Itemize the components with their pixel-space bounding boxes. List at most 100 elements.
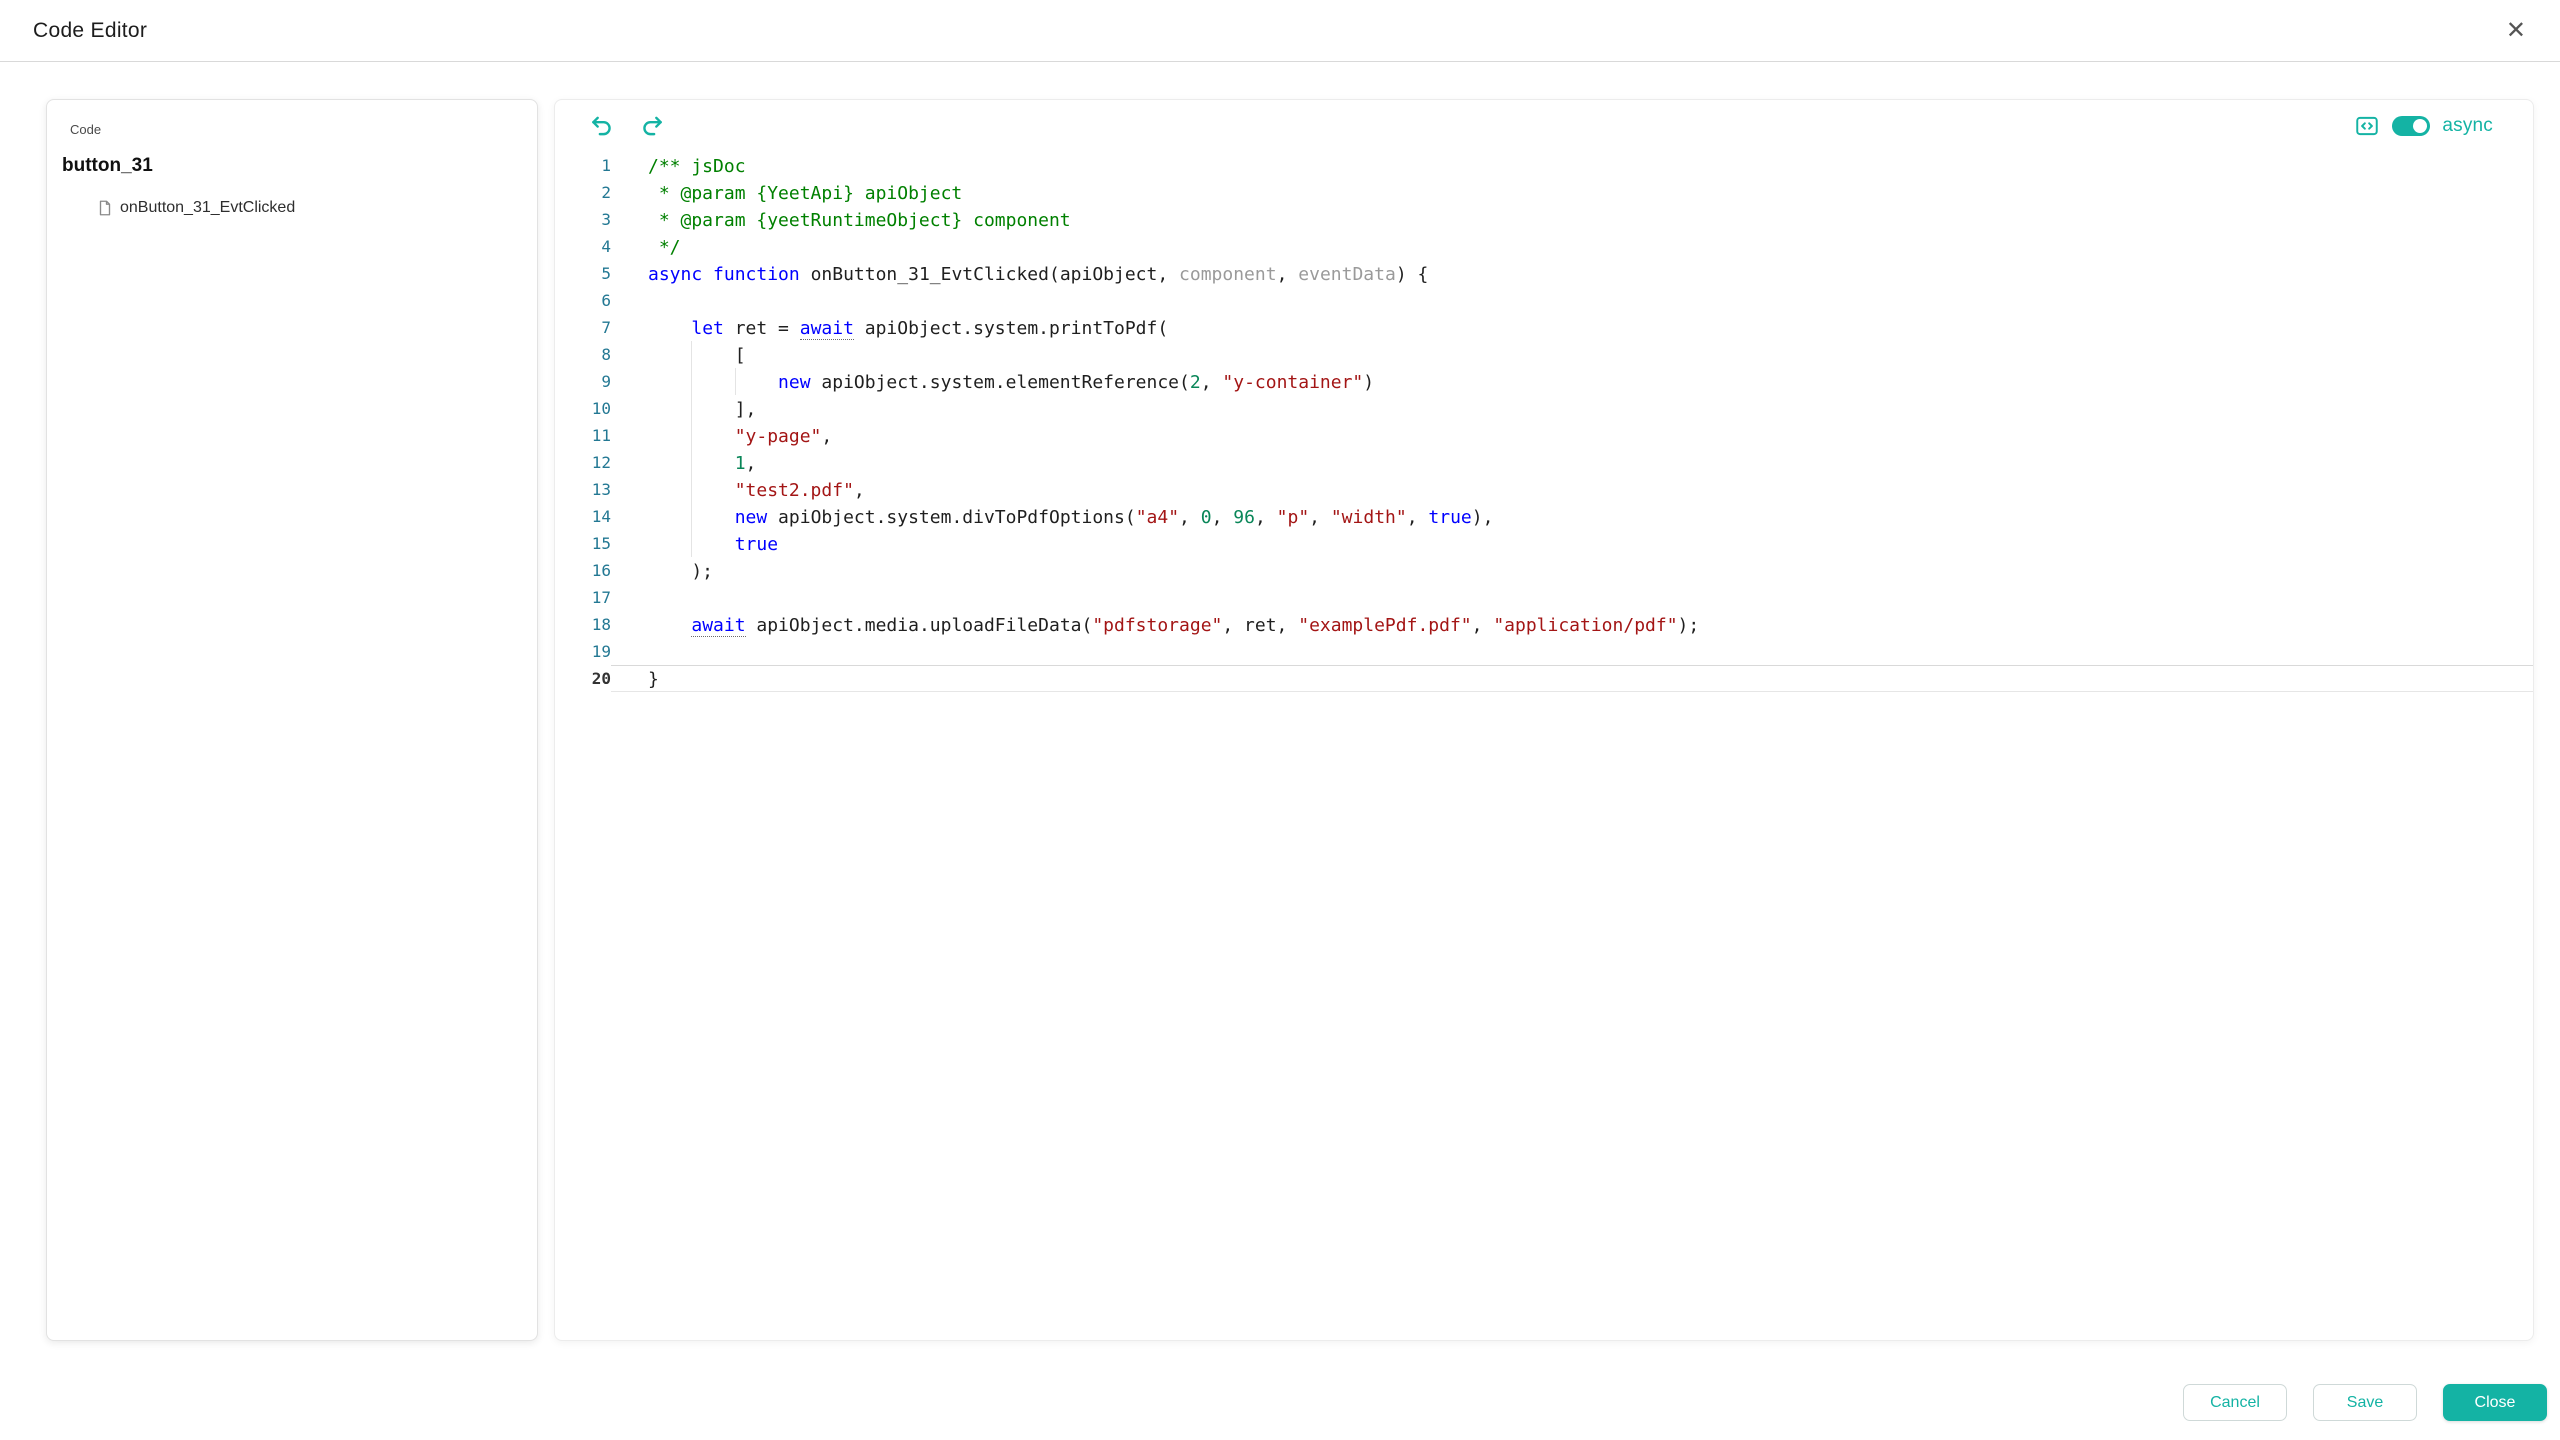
code-line[interactable]: 1/** jsDoc	[555, 152, 2533, 179]
code-line[interactable]: 20}	[555, 665, 2533, 692]
code-line[interactable]: 13 "test2.pdf",	[555, 476, 2533, 503]
async-toggle[interactable]	[2392, 116, 2430, 136]
line-number[interactable]: 19	[555, 638, 611, 665]
code-text[interactable]: 1,	[611, 449, 2533, 476]
code-token: "pdfstorage"	[1092, 615, 1222, 636]
line-number[interactable]: 9	[555, 368, 611, 395]
code-editor[interactable]: 1/** jsDoc2 * @param {YeetApi} apiObject…	[555, 152, 2533, 1340]
sidebar-group-title: button_31	[62, 155, 537, 177]
code-text[interactable]: ],	[611, 395, 2533, 422]
code-text[interactable]: new apiObject.system.divToPdfOptions("a4…	[611, 503, 2533, 530]
code-line[interactable]: 3 * @param {yeetRuntimeObject} component	[555, 206, 2533, 233]
code-token: true	[1428, 507, 1471, 528]
code-text[interactable]: [	[611, 341, 2533, 368]
code-token: "y-page"	[735, 426, 822, 447]
code-line[interactable]: 8 [	[555, 341, 2533, 368]
line-number[interactable]: 3	[555, 206, 611, 233]
code-text[interactable]: * @param {yeetRuntimeObject} component	[611, 206, 2533, 233]
code-token: ),	[1472, 507, 1494, 528]
code-line[interactable]: 7 let ret = await apiObject.system.print…	[555, 314, 2533, 341]
code-token: );	[648, 561, 713, 582]
line-number[interactable]: 14	[555, 503, 611, 530]
code-token: ret =	[724, 318, 800, 339]
code-token: "y-container"	[1222, 372, 1363, 393]
code-text[interactable]: await apiObject.media.uploadFileData("pd…	[611, 611, 2533, 638]
code-line[interactable]: 9 new apiObject.system.elementReference(…	[555, 368, 2533, 395]
line-number[interactable]: 13	[555, 476, 611, 503]
code-line[interactable]: 14 new apiObject.system.divToPdfOptions(…	[555, 503, 2533, 530]
code-text[interactable]	[611, 638, 2533, 665]
code-text[interactable]: */	[611, 233, 2533, 260]
undo-button[interactable]	[589, 113, 615, 139]
code-token: [	[648, 345, 746, 366]
code-line[interactable]: 11 "y-page",	[555, 422, 2533, 449]
code-token: , ret,	[1222, 615, 1298, 636]
code-token: * @param {yeetRuntimeObject} component	[648, 210, 1071, 231]
line-number[interactable]: 16	[555, 557, 611, 584]
code-text[interactable]: "y-page",	[611, 422, 2533, 449]
line-number[interactable]: 1	[555, 152, 611, 179]
code-editor-panel: async 1/** jsDoc2 * @param {YeetApi} api…	[554, 99, 2534, 1341]
code-token: eventData	[1298, 264, 1396, 285]
close-button[interactable]: Close	[2443, 1384, 2547, 1421]
close-icon[interactable]: ✕	[2502, 15, 2530, 47]
line-number[interactable]: 11	[555, 422, 611, 449]
code-text[interactable]: true	[611, 530, 2533, 557]
sidebar-item-event-handler[interactable]: onButton_31_EvtClicked	[96, 199, 537, 217]
code-line[interactable]: 17	[555, 584, 2533, 611]
line-number[interactable]: 6	[555, 287, 611, 314]
code-line[interactable]: 19	[555, 638, 2533, 665]
code-token: async	[648, 264, 702, 285]
code-line[interactable]: 10 ],	[555, 395, 2533, 422]
code-text[interactable]: async function onButton_31_EvtClicked(ap…	[611, 260, 2533, 287]
code-text[interactable]	[611, 584, 2533, 611]
code-token: onButton_31_EvtClicked(apiObject,	[800, 264, 1179, 285]
code-text[interactable]: let ret = await apiObject.system.printTo…	[611, 314, 2533, 341]
indent-guide	[691, 341, 692, 557]
document-icon	[96, 199, 114, 217]
line-number[interactable]: 8	[555, 341, 611, 368]
code-token	[648, 615, 691, 636]
expand-editor-icon	[2354, 113, 2380, 139]
code-token: }	[648, 669, 659, 690]
line-number[interactable]: 4	[555, 233, 611, 260]
async-toggle-knob	[2413, 119, 2427, 133]
save-button[interactable]: Save	[2313, 1384, 2417, 1421]
code-text[interactable]: /** jsDoc	[611, 152, 2533, 179]
code-text[interactable]: * @param {YeetApi} apiObject	[611, 179, 2533, 206]
code-token: ) {	[1396, 264, 1429, 285]
redo-button[interactable]	[639, 113, 665, 139]
code-text[interactable]: );	[611, 557, 2533, 584]
code-text[interactable]: new apiObject.system.elementReference(2,…	[611, 368, 2533, 395]
line-number[interactable]: 7	[555, 314, 611, 341]
code-line[interactable]: 16 );	[555, 557, 2533, 584]
code-text[interactable]: }	[611, 665, 2533, 692]
code-token: ,	[1201, 372, 1223, 393]
code-line[interactable]: 4 */	[555, 233, 2533, 260]
code-line[interactable]: 18 await apiObject.media.uploadFileData(…	[555, 611, 2533, 638]
code-token: let	[691, 318, 724, 339]
cancel-button[interactable]: Cancel	[2183, 1384, 2287, 1421]
line-number[interactable]: 10	[555, 395, 611, 422]
line-number[interactable]: 5	[555, 260, 611, 287]
code-line[interactable]: 12 1,	[555, 449, 2533, 476]
code-line[interactable]: 15 true	[555, 530, 2533, 557]
code-token: ,	[746, 453, 757, 474]
code-line[interactable]: 6	[555, 287, 2533, 314]
line-number[interactable]: 12	[555, 449, 611, 476]
code-token: apiObject.media.uploadFileData(	[746, 615, 1093, 636]
expand-editor-button[interactable]	[2354, 113, 2380, 139]
code-token: ,	[821, 426, 832, 447]
line-number[interactable]: 17	[555, 584, 611, 611]
line-number[interactable]: 18	[555, 611, 611, 638]
code-token: "application/pdf"	[1493, 615, 1677, 636]
code-text[interactable]: "test2.pdf",	[611, 476, 2533, 503]
line-number[interactable]: 15	[555, 530, 611, 557]
code-line[interactable]: 5async function onButton_31_EvtClicked(a…	[555, 260, 2533, 287]
code-text[interactable]	[611, 287, 2533, 314]
line-number[interactable]: 2	[555, 179, 611, 206]
line-number[interactable]: 20	[555, 665, 611, 692]
code-line[interactable]: 2 * @param {YeetApi} apiObject	[555, 179, 2533, 206]
code-token: 2	[1190, 372, 1201, 393]
code-token: ,	[1212, 507, 1234, 528]
